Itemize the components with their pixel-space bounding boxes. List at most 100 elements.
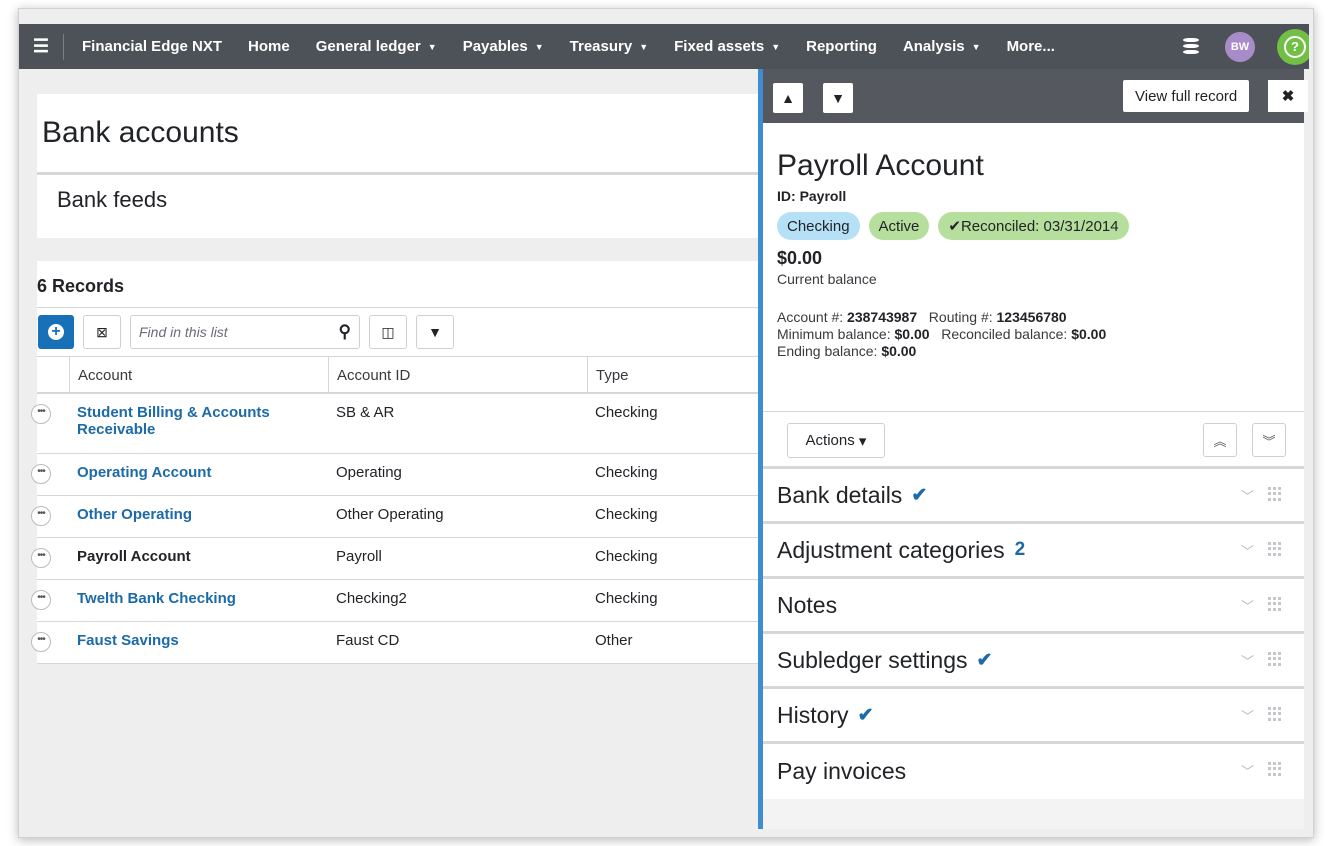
chevron-down-icon: ▼ [831, 90, 845, 106]
nav-brand[interactable]: Financial Edge NXT [82, 38, 222, 55]
table-row-selected[interactable]: ••• Payroll Account Payroll Checking [31, 538, 758, 580]
chevron-down-icon[interactable]: ﹀ [1241, 596, 1254, 615]
brand-label: Financial Edge NXT [82, 38, 223, 55]
tab-label: Bank feeds [57, 187, 168, 212]
export-button[interactable]: ⊠ [83, 315, 121, 349]
minimum-balance: $0.00 [894, 326, 930, 342]
add-button[interactable]: + [38, 315, 74, 349]
nav-label: Payables [462, 38, 528, 55]
account-id-cell: Checking2 [336, 590, 407, 607]
account-id-cell: Other Operating [336, 506, 444, 523]
nav-general-ledger[interactable]: General ledger ▼ [316, 38, 437, 55]
section-title: Pay invoices [777, 758, 907, 784]
context-menu-icon[interactable]: ••• [31, 506, 51, 526]
add-icon: + [48, 324, 64, 340]
section-adjustment-categories[interactable]: Adjustment categories 2 ﹀ [763, 524, 1304, 579]
drag-handle-icon[interactable] [1268, 487, 1282, 501]
expand-all-button[interactable]: ︽ [1203, 423, 1237, 457]
next-record-button[interactable]: ▼ [823, 83, 853, 113]
account-link[interactable]: Other Operating [77, 506, 192, 523]
nav-more[interactable]: More... [1007, 38, 1055, 55]
collapse-all-button[interactable]: ︾ [1252, 423, 1286, 457]
chevron-down-icon[interactable]: ﹀ [1241, 651, 1254, 670]
table-row[interactable]: ••• Faust Savings Faust CD Other [31, 622, 758, 664]
section-bank-details[interactable]: Bank details ✔ ﹀ [763, 469, 1304, 524]
nav-label: More... [1006, 38, 1055, 55]
top-nav: ☰ Financial Edge NXT Home General ledger… [19, 24, 1309, 69]
context-menu-icon[interactable]: ••• [31, 548, 51, 568]
section-subledger-settings[interactable]: Subledger settings ✔ ﹀ [763, 634, 1304, 689]
section-title: Subledger settings [777, 646, 968, 673]
table-row[interactable]: ••• Student Billing & Accounts Receivabl… [31, 394, 758, 454]
account-link[interactable]: Twelth Bank Checking [77, 590, 236, 607]
chevron-down-icon[interactable]: ﹀ [1241, 706, 1254, 725]
nav-right: BW ? [1183, 24, 1309, 69]
section-pay-invoices[interactable]: Pay invoices ﹀ [763, 744, 1304, 799]
section-history[interactable]: History ✔ ﹀ [763, 689, 1304, 744]
context-menu-icon[interactable]: ••• [31, 404, 51, 424]
caret-down-icon: ▼ [427, 41, 437, 52]
check-icon: ✔ [911, 484, 928, 506]
nav-treasury[interactable]: Treasury ▼ [570, 38, 648, 55]
search-input[interactable] [139, 324, 299, 340]
nav-label: Home [248, 38, 290, 55]
help-button[interactable]: ? [1277, 28, 1309, 65]
context-menu-icon[interactable]: ••• [31, 464, 51, 484]
actions-label: Actions [805, 432, 855, 449]
type-cell: Checking [595, 404, 658, 421]
chevron-down-icon[interactable]: ﹀ [1241, 761, 1254, 780]
routing-label: Routing #: [928, 309, 993, 325]
table-row[interactable]: ••• Operating Account Operating Checking [31, 454, 758, 496]
filter-button[interactable]: ▼ [416, 315, 454, 349]
chevron-down-icon[interactable]: ﹀ [1241, 486, 1254, 505]
context-menu-icon[interactable]: ••• [31, 590, 51, 610]
table-row[interactable]: ••• Twelth Bank Checking Checking2 Check… [31, 580, 758, 622]
avatar[interactable]: BW [1225, 31, 1255, 62]
caret-down-icon: ▼ [534, 41, 544, 52]
section-title: Notes [777, 591, 838, 618]
column-header-account[interactable]: Account [69, 357, 328, 392]
section-notes[interactable]: Notes ﹀ [763, 579, 1304, 634]
caret-down-icon: ▼ [639, 41, 649, 52]
nav-home[interactable]: Home [248, 38, 290, 55]
account-number-label: Account #: [777, 309, 844, 325]
search-icon[interactable]: ⚲ [339, 322, 351, 342]
view-full-record-button[interactable]: View full record [1123, 80, 1250, 112]
nav-payables[interactable]: Payables ▼ [463, 38, 544, 55]
hamburger-icon[interactable]: ☰ [19, 24, 63, 69]
type-cell: Checking [595, 548, 658, 565]
column-header-type[interactable]: Type [587, 357, 758, 392]
previous-record-button[interactable]: ▲ [773, 83, 803, 113]
page-header: Bank accounts Bank feeds [37, 94, 758, 238]
account-link[interactable]: Payroll Account [77, 548, 191, 565]
account-link[interactable]: Operating Account [77, 464, 211, 481]
ending-balance-label: Ending balance: [777, 343, 878, 359]
filter-icon: ▼ [428, 324, 442, 340]
drag-handle-icon[interactable] [1268, 707, 1282, 721]
nav-label: Fixed assets [674, 38, 765, 55]
nav-reporting[interactable]: Reporting [806, 38, 877, 55]
column-header-account-id[interactable]: Account ID [328, 357, 587, 392]
tab-bank-feeds[interactable]: Bank feeds [37, 172, 758, 224]
nav-divider [63, 33, 64, 60]
reconciled-balance: $0.00 [1071, 326, 1107, 342]
nav-fixed-assets[interactable]: Fixed assets ▼ [674, 38, 780, 55]
database-icon[interactable] [1183, 37, 1199, 56]
type-badge: Checking [777, 212, 860, 240]
columns-button[interactable]: ◫ [369, 315, 407, 349]
drag-handle-icon[interactable] [1268, 542, 1282, 556]
drag-handle-icon[interactable] [1268, 597, 1282, 611]
nav-analysis[interactable]: Analysis ▼ [903, 38, 981, 55]
context-menu-icon[interactable]: ••• [31, 632, 51, 652]
check-icon: ✔ [857, 704, 874, 726]
drag-handle-icon[interactable] [1268, 652, 1282, 666]
account-link[interactable]: Faust Savings [77, 632, 179, 649]
reconciled-balance-label: Reconciled balance: [941, 326, 1068, 342]
close-button[interactable]: ✖ [1268, 80, 1308, 112]
account-link[interactable]: Student Billing & Accounts Receivable [77, 404, 270, 438]
actions-dropdown[interactable]: Actions ▾ [787, 423, 885, 458]
drag-handle-icon[interactable] [1268, 762, 1282, 776]
chevron-down-icon[interactable]: ﹀ [1241, 541, 1254, 560]
table-row[interactable]: ••• Other Operating Other Operating Chec… [31, 496, 758, 538]
type-cell: Other [595, 632, 633, 649]
